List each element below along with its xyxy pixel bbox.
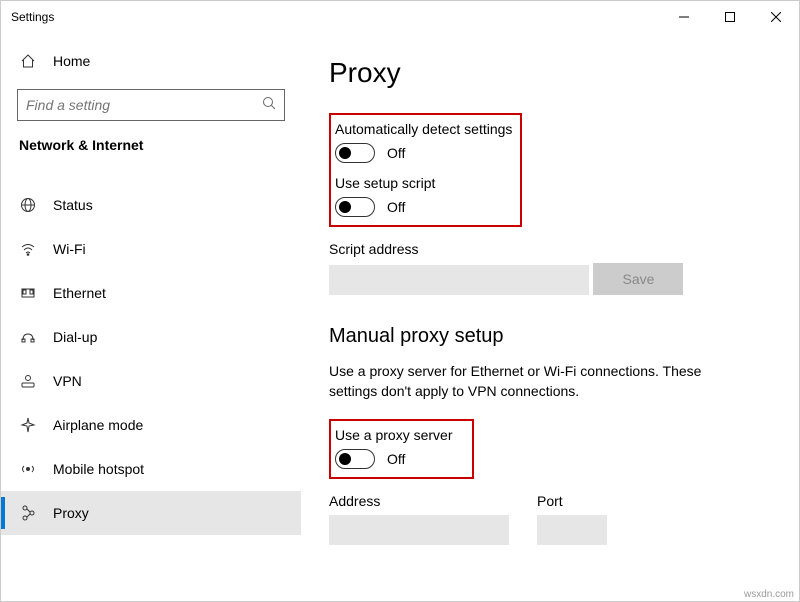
- use-proxy-label: Use a proxy server: [335, 427, 452, 443]
- highlight-box-auto: Automatically detect settings Off Use se…: [329, 113, 522, 227]
- sidebar-item-proxy[interactable]: Proxy: [1, 491, 301, 535]
- vpn-icon: [19, 373, 37, 389]
- search-input[interactable]: [26, 97, 262, 113]
- sidebar-item-label: Status: [53, 197, 93, 213]
- sidebar-item-label: Ethernet: [53, 285, 106, 301]
- setup-script-state: Off: [387, 199, 405, 215]
- sidebar-item-label: Proxy: [53, 505, 89, 521]
- titlebar: Settings: [1, 1, 799, 33]
- script-address-input[interactable]: [329, 265, 589, 295]
- ethernet-icon: [19, 285, 37, 301]
- use-proxy-toggle[interactable]: [335, 449, 375, 469]
- window-title: Settings: [11, 10, 661, 24]
- search-box[interactable]: [17, 89, 285, 121]
- address-label: Address: [329, 493, 509, 509]
- proxy-icon: [19, 505, 37, 521]
- window-controls: [661, 1, 799, 33]
- section-title: Network & Internet: [1, 137, 301, 165]
- address-input[interactable]: [329, 515, 509, 545]
- home-nav[interactable]: Home: [1, 41, 301, 81]
- sidebar-item-wifi[interactable]: Wi-Fi: [1, 227, 301, 271]
- sidebar-item-dialup[interactable]: Dial-up: [1, 315, 301, 359]
- watermark: wsxdn.com: [744, 589, 794, 600]
- sidebar-item-ethernet[interactable]: Ethernet: [1, 271, 301, 315]
- sidebar-item-label: Mobile hotspot: [53, 461, 144, 477]
- globe-icon: [19, 197, 37, 213]
- sidebar-item-status[interactable]: Status: [1, 183, 301, 227]
- port-input[interactable]: [537, 515, 607, 545]
- setup-script-label: Use setup script: [335, 175, 512, 191]
- wifi-icon: [19, 241, 37, 257]
- sidebar-item-label: Dial-up: [53, 329, 97, 345]
- sidebar-item-label: VPN: [53, 373, 82, 389]
- sidebar: Home Network & Internet Status Wi-Fi Eth…: [1, 33, 301, 601]
- dialup-icon: [19, 329, 37, 345]
- sidebar-item-hotspot[interactable]: Mobile hotspot: [1, 447, 301, 491]
- use-proxy-state: Off: [387, 451, 405, 467]
- sidebar-item-label: Airplane mode: [53, 417, 143, 433]
- sidebar-item-label: Wi-Fi: [53, 241, 86, 257]
- script-address-label: Script address: [329, 241, 775, 257]
- minimize-button[interactable]: [661, 1, 707, 33]
- auto-detect-state: Off: [387, 145, 405, 161]
- manual-desc: Use a proxy server for Ethernet or Wi-Fi…: [329, 362, 749, 401]
- auto-detect-toggle[interactable]: [335, 143, 375, 163]
- page-title: Proxy: [329, 57, 775, 89]
- close-button[interactable]: [753, 1, 799, 33]
- setup-script-toggle[interactable]: [335, 197, 375, 217]
- sidebar-item-airplane[interactable]: Airplane mode: [1, 403, 301, 447]
- sidebar-item-vpn[interactable]: VPN: [1, 359, 301, 403]
- home-label: Home: [53, 53, 90, 69]
- auto-detect-label: Automatically detect settings: [335, 121, 512, 137]
- save-button[interactable]: Save: [593, 263, 683, 295]
- port-label: Port: [537, 493, 607, 509]
- highlight-box-proxy: Use a proxy server Off: [329, 419, 474, 479]
- maximize-button[interactable]: [707, 1, 753, 33]
- main-content: Proxy Automatically detect settings Off …: [301, 33, 799, 601]
- search-icon: [262, 96, 276, 115]
- home-icon: [19, 53, 37, 69]
- manual-heading: Manual proxy setup: [329, 325, 775, 348]
- airplane-icon: [19, 417, 37, 433]
- hotspot-icon: [19, 461, 37, 477]
